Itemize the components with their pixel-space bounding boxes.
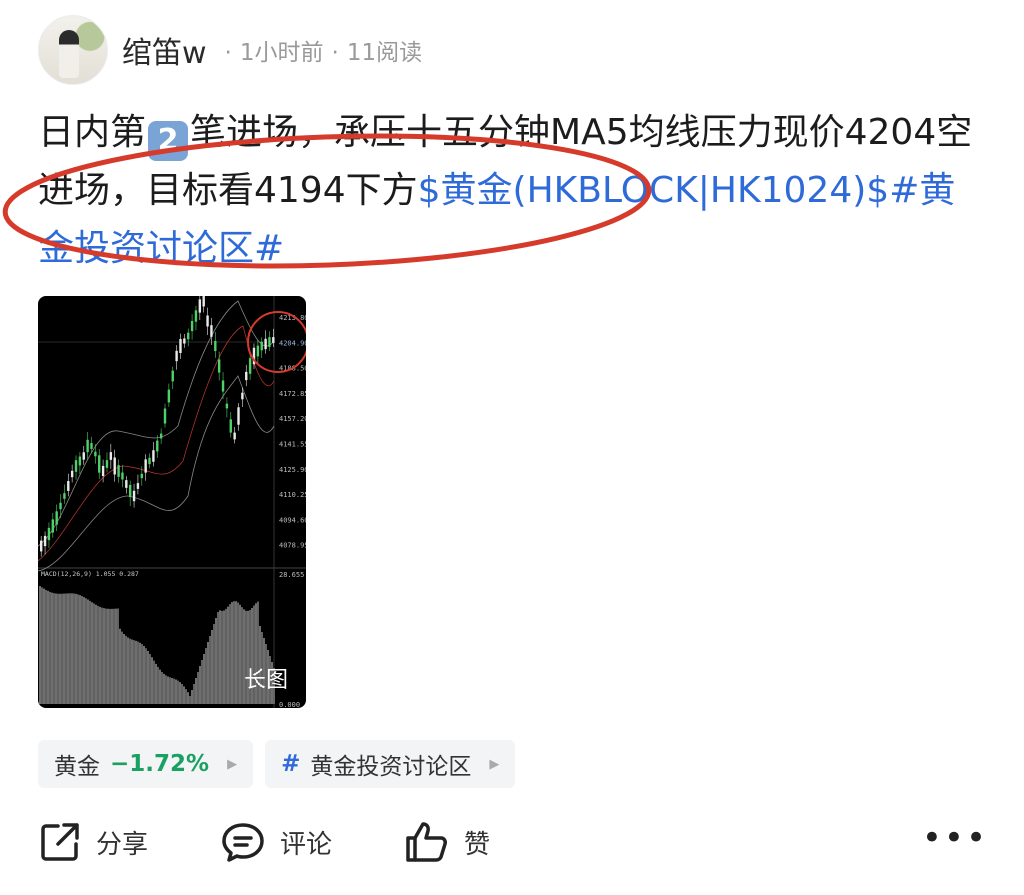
tag-row: 黄金 −1.72% ▶ # 黄金投资讨论区 ▶ <box>38 740 516 788</box>
macd-zero-label: 0.000 <box>279 701 300 708</box>
long-image-badge: 长图 <box>243 668 288 693</box>
price-tick-label: 4125.90 <box>279 466 306 474</box>
topic-tag[interactable]: # 黄金投资讨论区 ▶ <box>265 740 516 788</box>
like-label: 赞 <box>464 829 491 860</box>
stock-tag-change: −1.72% <box>110 751 210 777</box>
stock-tag[interactable]: 黄金 −1.72% ▶ <box>38 740 254 788</box>
price-tick-label: 4078.95 <box>279 542 306 550</box>
keycap-2-emoji: 2 <box>148 121 189 161</box>
post-body: 日内第 2 笔进场，承压十五分钟MA5均线压力现价4204空进场，目标看4194下方… <box>38 104 988 278</box>
share-button[interactable]: 分享 <box>38 820 148 864</box>
avatar[interactable] <box>38 15 108 85</box>
macd-value-label: 28.655 <box>279 571 304 579</box>
hash-icon: # <box>281 751 301 777</box>
post-header: 绾笛w · 1小时前 · 11阅读 <box>38 14 422 86</box>
post-meta: · 1小时前 · 11阅读 <box>217 33 423 67</box>
topic-tag-name: 黄金投资讨论区 <box>310 754 472 780</box>
post-text-start: 日内第 <box>38 112 147 153</box>
chart-thumbnail[interactable]: 4213.80 4204.90 4188.50 4172.85 4157.20 4141.… <box>38 296 306 708</box>
comment-icon <box>222 823 264 862</box>
share-label: 分享 <box>96 829 149 860</box>
price-tick-label: 4094.60 <box>279 516 306 524</box>
play-arrow-icon: ▶ <box>489 756 500 772</box>
share-icon <box>41 823 79 861</box>
comment-label: 评论 <box>280 829 333 860</box>
price-tick-label: 4172.85 <box>279 390 306 398</box>
like-button[interactable]: 赞 <box>404 819 490 865</box>
thumbs-up-icon <box>406 822 448 862</box>
meta-separator: · <box>331 40 339 66</box>
candlestick-chart-image: 4213.804204.904188.504172.854157.204141.… <box>38 296 306 708</box>
read-count: 11阅读 <box>346 40 423 66</box>
price-tick-label: 4110.25 <box>279 491 306 499</box>
price-tick-label: 4157.20 <box>279 415 306 423</box>
avatar-figure <box>59 30 79 78</box>
more-options-icon[interactable]: ••• <box>922 821 988 855</box>
action-bar: 分享 评论 赞 ••• <box>38 812 988 872</box>
play-arrow-icon: ▶ <box>227 756 238 772</box>
meta-separator: · <box>224 40 232 66</box>
post-time: 1小时前 <box>239 40 324 66</box>
macd-label: MACD(12,26,9) 1.055 0.287 <box>41 570 139 578</box>
author-name[interactable]: 绾笛w <box>122 28 207 72</box>
price-tick-label: 4204.90 <box>279 339 306 347</box>
price-tick-label: 4141.55 <box>279 441 306 449</box>
comment-button[interactable]: 评论 <box>220 820 332 864</box>
stock-link[interactable]: $黄金(HKBLOCK|HK1024)$ <box>418 170 890 211</box>
stock-tag-name: 黄金 <box>54 754 100 780</box>
